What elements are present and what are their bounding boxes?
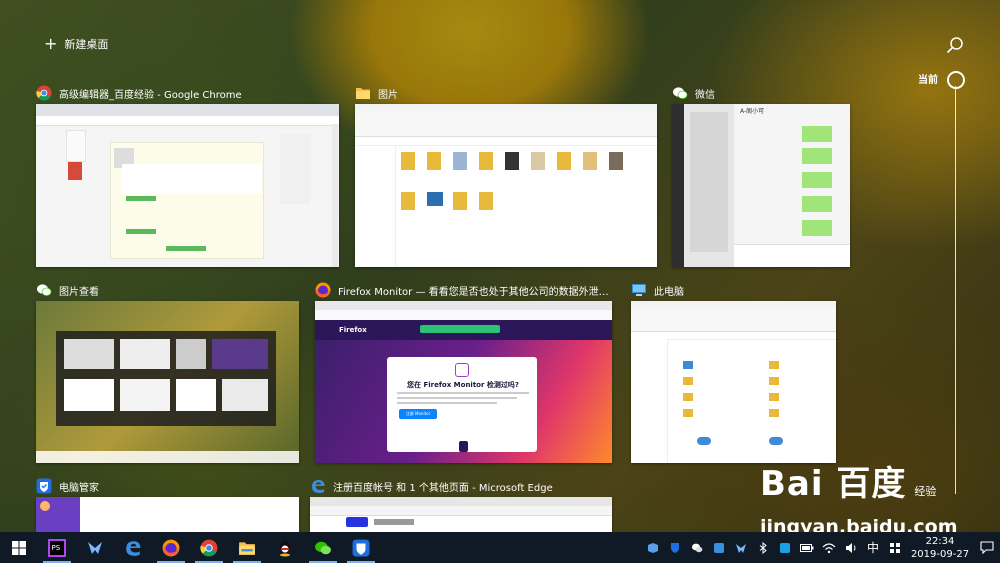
baidu-jingyan-watermark: Bai 百度 经验 jingyan.baidu.com <box>760 456 958 538</box>
window-title: 图片 <box>378 89 398 101</box>
taskbar-file-explorer[interactable] <box>228 532 266 563</box>
chrome-icon <box>36 85 52 101</box>
taskbar: PS 中 22:34 2019-09-27 <box>0 532 1000 563</box>
folder-icon <box>356 88 370 99</box>
notification-icon <box>980 541 994 554</box>
timeline-current-label: 当前 <box>918 75 938 86</box>
phpstorm-icon: PS <box>48 538 66 557</box>
new-desktop-label: 新建桌面 <box>64 38 109 51</box>
signup-monitor-button: 注册 Monitor <box>399 409 437 419</box>
wechat-icon <box>673 87 688 99</box>
window-title: Firefox Monitor — 看看您是否也处于其他公司的数据外泄… <box>338 286 609 298</box>
taskbar-pc-manager[interactable] <box>342 532 380 563</box>
window-thumbnail <box>36 104 339 267</box>
clock-date: 2019-09-27 <box>910 548 970 560</box>
taskbar-phpstorm[interactable]: PS <box>38 532 76 563</box>
timeline-scrollbar[interactable] <box>955 86 956 494</box>
watermark-suffix: 经验 <box>914 485 937 498</box>
timeline-current-marker[interactable] <box>947 71 965 89</box>
chrome-icon <box>200 539 218 556</box>
window-card-image-viewer[interactable]: 图片查看 <box>36 280 299 463</box>
new-desktop-button[interactable]: + 新建桌面 <box>44 36 108 52</box>
pc-manager-icon <box>352 539 370 556</box>
window-title: 高级编辑器_百度经验 - Google Chrome <box>59 89 242 101</box>
this-pc-icon <box>632 284 646 296</box>
clock-time: 22:34 <box>925 535 955 547</box>
tray-shield-icon[interactable] <box>664 532 686 563</box>
tray-app-icon[interactable] <box>708 532 730 563</box>
file-explorer-icon <box>239 541 255 555</box>
taskbar-firefox[interactable] <box>152 532 190 563</box>
window-card-pictures-folder[interactable]: 图片 <box>355 83 657 267</box>
taskbar-xmind[interactable] <box>76 532 114 563</box>
wechat-icon <box>315 541 331 554</box>
window-title: 电脑管家 <box>59 482 99 494</box>
window-card-this-pc[interactable]: 此电脑 <box>631 280 836 463</box>
firefox-icon <box>315 282 331 298</box>
tray-xmind-icon[interactable] <box>730 532 752 563</box>
battery-icon[interactable] <box>796 532 818 563</box>
window-thumbnail <box>36 497 299 532</box>
taskbar-wechat[interactable] <box>304 532 342 563</box>
tray-grid-icon[interactable] <box>884 532 906 563</box>
tray-manager-icon[interactable] <box>774 532 796 563</box>
clock[interactable]: 22:34 2019-09-27 <box>906 535 974 561</box>
watermark-brand: Bai 百度 <box>760 464 907 504</box>
firefox-logo-text: Firefox <box>339 326 367 334</box>
window-thumbnail <box>631 301 836 463</box>
svg-text:PS: PS <box>52 544 61 552</box>
firefox-icon <box>162 539 180 556</box>
window-title: 注册百度帐号 和 1 个其他页面 - Microsoft Edge <box>333 482 553 494</box>
xmind-icon <box>88 541 102 554</box>
start-icon <box>12 540 26 555</box>
pc-manager-icon <box>36 478 52 494</box>
window-card-wechat[interactable]: 微信 A-阁小可 <box>672 83 850 267</box>
qq-icon <box>280 540 290 556</box>
window-thumbnail <box>310 497 612 532</box>
taskbar-chrome[interactable] <box>190 532 228 563</box>
window-title: 微信 <box>695 89 715 101</box>
ime-indicator[interactable]: 中 <box>862 532 884 563</box>
volume-icon[interactable] <box>840 532 862 563</box>
edge-icon <box>126 540 141 556</box>
window-thumbnail <box>355 104 657 267</box>
window-card-chrome[interactable]: 高级编辑器_百度经验 - Google Chrome <box>36 83 339 267</box>
action-center-button[interactable] <box>974 532 1000 563</box>
tray-box-icon[interactable] <box>642 532 664 563</box>
window-thumbnail: Firefox 您在 Firefox Monitor 检测过吗? 注册 Moni… <box>315 301 612 463</box>
bluetooth-icon[interactable] <box>752 532 774 563</box>
window-title: 此电脑 <box>654 286 684 298</box>
chat-contact-name: A-阁小可 <box>740 108 765 115</box>
wechat-icon <box>37 284 52 296</box>
window-card-pc-manager[interactable]: 电脑管家 <box>36 476 299 532</box>
system-tray: 中 22:34 2019-09-27 <box>642 532 1000 563</box>
firefox-monitor-heading: 您在 Firefox Monitor 检测过吗? <box>407 381 519 389</box>
window-title: 图片查看 <box>59 286 99 298</box>
taskbar-edge[interactable] <box>114 532 152 563</box>
window-thumbnail: A-阁小可 <box>672 104 850 267</box>
window-card-firefox[interactable]: Firefox Monitor — 看看您是否也处于其他公司的数据外泄… Fir… <box>315 280 612 463</box>
search-icon[interactable] <box>946 36 964 54</box>
wifi-icon[interactable] <box>818 532 840 563</box>
window-thumbnail <box>36 301 299 463</box>
taskbar-qq[interactable] <box>266 532 304 563</box>
plus-icon: + <box>44 34 58 53</box>
tray-wechat-icon[interactable] <box>686 532 708 563</box>
window-card-edge[interactable]: 注册百度帐号 和 1 个其他页面 - Microsoft Edge <box>310 476 612 532</box>
start-button[interactable] <box>0 532 38 563</box>
edge-icon <box>312 480 325 493</box>
